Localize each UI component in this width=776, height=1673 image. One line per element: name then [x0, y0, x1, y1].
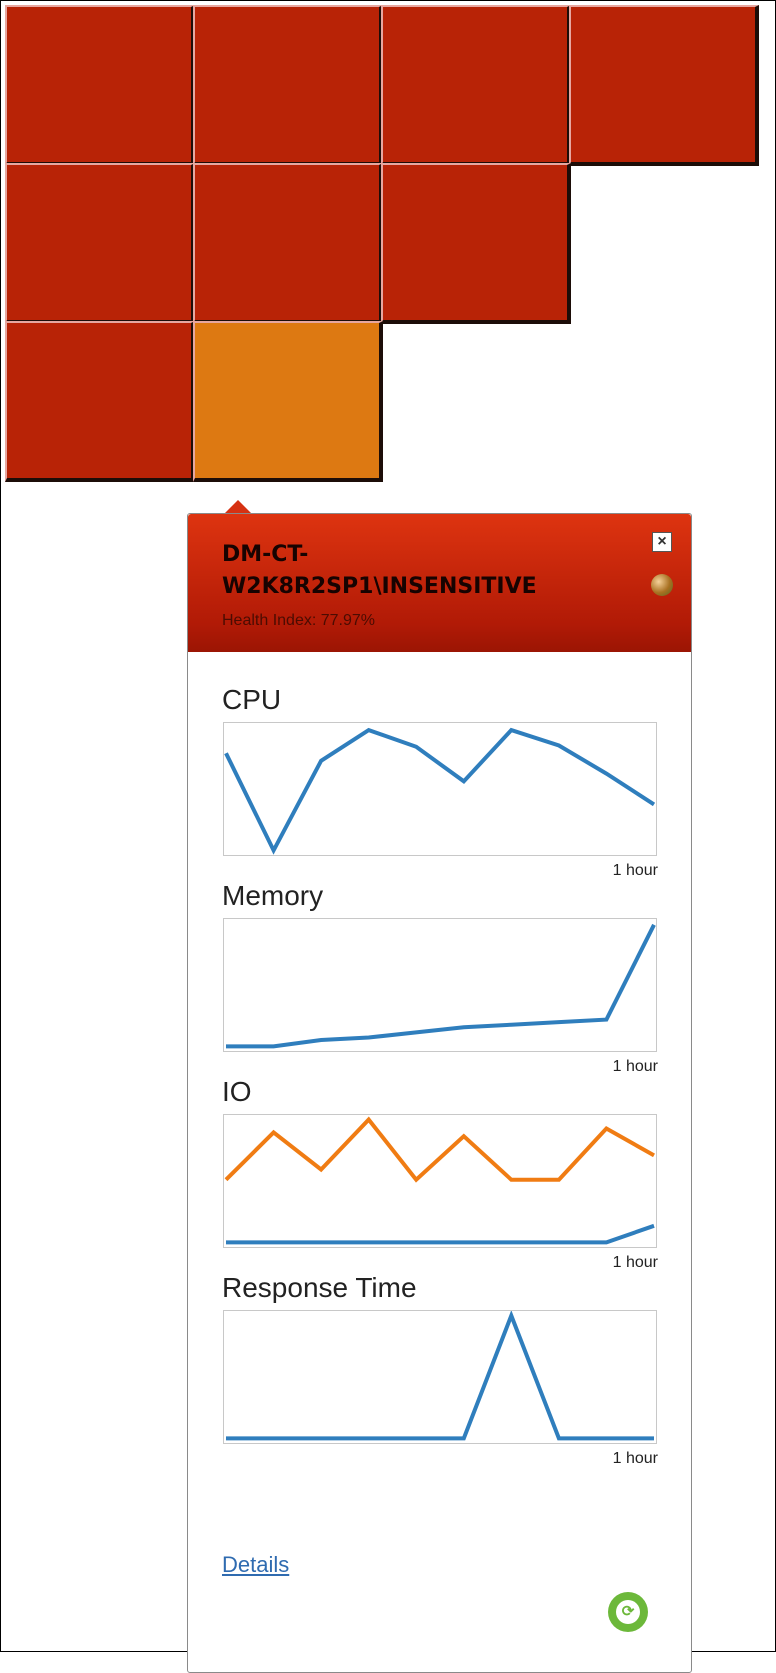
metric-chart [223, 722, 657, 856]
health-index-label: Health Index: 77.97% [222, 612, 375, 629]
series-line [226, 923, 656, 1049]
time-range-label: 1 hour [612, 862, 658, 879]
status-orb-icon [651, 574, 673, 596]
server-tile[interactable] [5, 163, 195, 324]
series-line [226, 1311, 654, 1441]
server-name-title: DM-CT-W2K8R2SP1\INSENSITIVE [222, 542, 537, 599]
time-range-label: 1 hour [612, 1254, 658, 1271]
details-link[interactable]: Details [222, 1552, 289, 1578]
refresh-icon[interactable]: ⟳ [608, 1592, 648, 1632]
line-chart-svg [224, 1116, 655, 1245]
server-details-popup: DM-CT-W2K8R2SP1\INSENSITIVE Health Index… [187, 513, 692, 1673]
time-range-label: 1 hour [612, 1450, 658, 1467]
series-line [224, 1116, 655, 1183]
metric-title: CPU [222, 684, 282, 715]
metric-title: Memory [222, 880, 324, 911]
metric-title: Response Time [222, 1272, 417, 1303]
time-range-label: 1 hour [612, 1058, 658, 1075]
series-line [224, 727, 656, 855]
popup-pointer [224, 500, 252, 514]
line-chart-svg [224, 727, 656, 855]
server-tile[interactable] [5, 321, 195, 482]
server-tile[interactable] [381, 163, 571, 324]
line-chart-svg [226, 923, 656, 1049]
line-chart-svg [226, 1311, 654, 1441]
server-tile[interactable] [381, 5, 571, 166]
metric-chart [223, 1310, 657, 1444]
server-tile[interactable] [193, 163, 383, 324]
close-icon[interactable]: × [652, 532, 672, 552]
metric-chart [223, 918, 657, 1052]
series-line [226, 1223, 655, 1245]
server-tile[interactable] [5, 5, 195, 166]
metric-title: IO [222, 1076, 252, 1107]
server-tile-selected[interactable] [193, 321, 383, 482]
server-tile[interactable] [193, 5, 383, 166]
metric-chart [223, 1114, 657, 1248]
popup-header: DM-CT-W2K8R2SP1\INSENSITIVE Health Index… [188, 514, 691, 652]
server-tile[interactable] [569, 5, 759, 166]
